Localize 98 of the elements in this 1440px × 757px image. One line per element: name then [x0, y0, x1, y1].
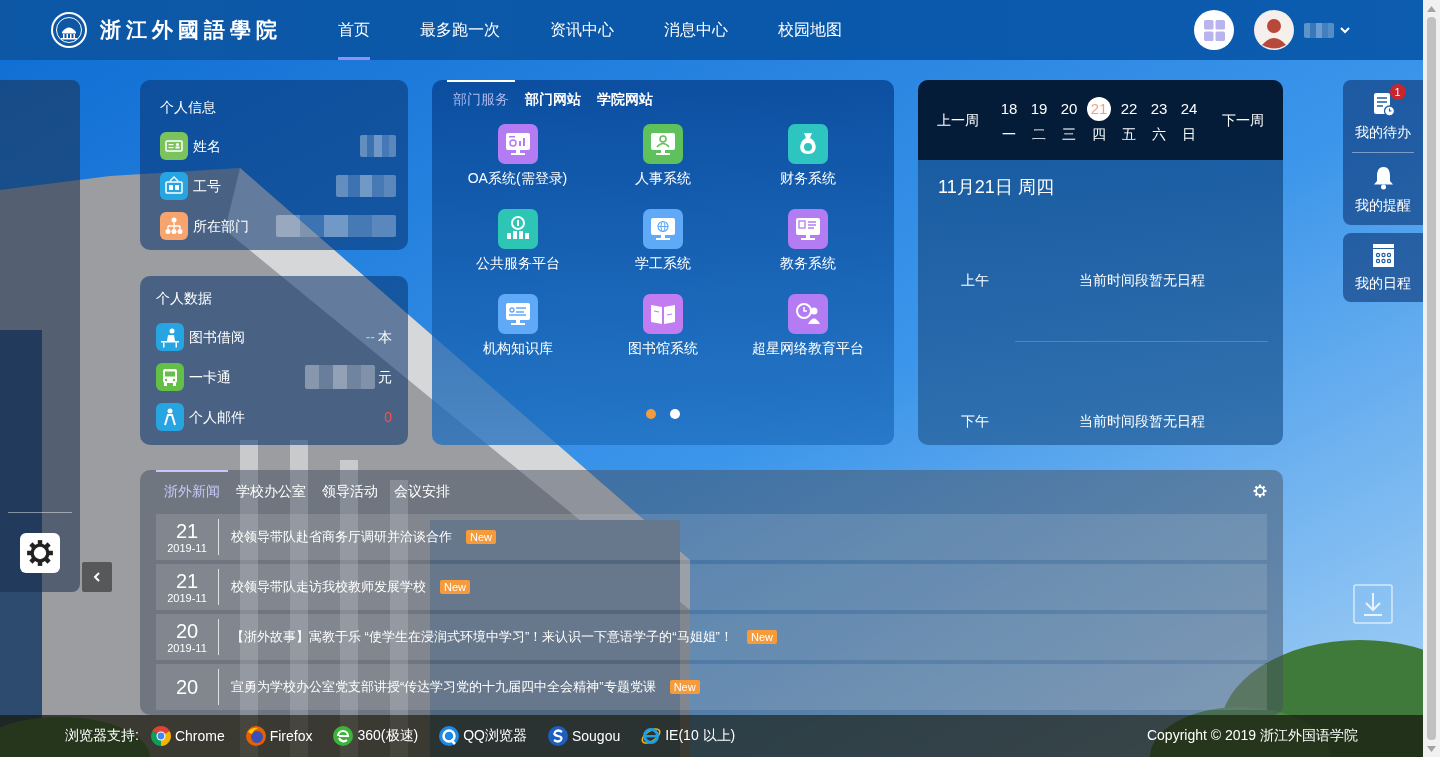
prev-week-button[interactable]: 上一周 — [937, 110, 979, 130]
new-badge: New — [466, 530, 496, 544]
browser-name: Firefox — [269, 728, 313, 744]
service-tab[interactable]: 学院网站 — [591, 80, 659, 118]
calendar-date[interactable]: 20 — [1057, 96, 1081, 121]
weekday-label: 六 — [1152, 124, 1166, 144]
new-badge: New — [669, 680, 700, 694]
service-link[interactable]: 公共服务平台 — [445, 209, 590, 273]
weekday-label: 日 — [1182, 124, 1196, 144]
nav-tab[interactable]: 消息中心 — [664, 0, 728, 60]
weekday-label: 五 — [1122, 124, 1136, 144]
nav-tab[interactable]: 资讯中心 — [550, 0, 614, 60]
panel-title: 个人信息 — [160, 98, 217, 117]
calendar-grid-icon — [1370, 243, 1396, 268]
browser-logo-icon — [333, 726, 354, 746]
weekday-label: 一 — [1002, 124, 1016, 144]
copyright-text: Copyright © 2019 浙江外国语学院 — [1146, 727, 1358, 745]
info-label: 一卡通 — [189, 368, 231, 387]
browser-name: Chrome — [174, 728, 225, 744]
calendar-date[interactable]: 22 — [1117, 96, 1141, 121]
news-day: 20 — [175, 619, 199, 642]
news-day: 21 — [175, 569, 199, 592]
browser-name: 360(极速) — [357, 727, 419, 745]
service-tab[interactable]: 部门网站 — [519, 80, 587, 118]
news-tab[interactable]: 领导活动 — [314, 470, 386, 512]
logo-text: 浙江外國語學院 — [100, 16, 282, 44]
nav-tab[interactable]: 最多跑一次 — [420, 0, 500, 60]
scrollbar-thumb[interactable] — [1427, 17, 1436, 740]
grid-icon — [1203, 19, 1225, 41]
news-link[interactable]: 校领导带队赴省商务厅调研并洽谈合作 — [231, 528, 452, 546]
settings-icon — [26, 539, 54, 567]
info-label: 所在部门 — [193, 217, 249, 236]
browser-logo-icon — [245, 726, 266, 746]
empty-schedule-text: 当前时间段暂无日程 — [1079, 412, 1205, 431]
news-month: 2019-11 — [167, 591, 207, 605]
weekday-label: 三 — [1062, 124, 1076, 144]
news-link[interactable]: 【浙外故事】寓教于乐 “使学生在浸润式环境中学习”！来认识一下意语学子的“马姐姐”！ — [231, 628, 733, 646]
next-week-button[interactable]: 下一周 — [1222, 110, 1264, 130]
service-link[interactable]: 超星网络教育平台 — [735, 294, 880, 358]
info-label: 工号 — [193, 177, 221, 196]
service-link[interactable]: 人事系统 — [590, 124, 735, 188]
user-avatar[interactable] — [1254, 10, 1294, 50]
service-link[interactable]: 图书馆系统 — [590, 294, 735, 358]
new-badge: New — [440, 580, 470, 594]
chevron-left-icon — [93, 572, 101, 582]
service-link[interactable]: OA系统(需登录) — [445, 124, 590, 188]
collapse-button[interactable] — [82, 562, 112, 592]
new-badge: New — [746, 630, 777, 644]
browser-logo-icon — [439, 726, 460, 746]
service-link[interactable]: 机构知识库 — [445, 294, 590, 358]
news-link[interactable]: 宣勇为学校办公室党支部讲授“传达学习党的十九届四中全会精神”专题党课 — [231, 678, 656, 696]
info-label: 姓名 — [193, 137, 221, 156]
service-link[interactable]: 财务系统 — [735, 124, 880, 188]
weekday-label: 四 — [1092, 124, 1106, 144]
service-link[interactable]: 教务系统 — [735, 209, 880, 273]
news-month: 2019-11 — [167, 641, 207, 655]
browser-logo-icon — [641, 726, 662, 746]
news-link[interactable]: 校领导带队走访我校教师发展学校 — [231, 578, 426, 596]
dock-button[interactable]: 1 我的待办 — [1349, 84, 1417, 141]
settings-button[interactable] — [20, 533, 60, 573]
nav-tab[interactable]: 首页 — [338, 0, 370, 60]
calendar-date[interactable]: 23 — [1147, 96, 1171, 121]
period-label: 下午 — [961, 412, 990, 431]
nav-tab[interactable]: 校园地图 — [778, 0, 842, 60]
caret-down-icon[interactable] — [1340, 26, 1350, 34]
browser-name: IE(10 以上) — [665, 727, 736, 745]
value-text: 0 — [384, 408, 392, 427]
emblem-icon — [50, 11, 88, 49]
news-day: 20 — [175, 676, 199, 698]
browser-name: QQ浏览器 — [463, 727, 527, 745]
browser-logo-icon — [150, 726, 171, 746]
page-dot[interactable] — [646, 409, 656, 419]
date-heading: 11月21日 周四 — [938, 176, 1055, 198]
browser-support-label: 浏览器支持: — [65, 727, 139, 745]
calendar-date[interactable]: 19 — [1027, 96, 1051, 121]
news-tab[interactable]: 会议安排 — [386, 470, 458, 512]
service-tab[interactable]: 部门服务 — [447, 80, 515, 118]
panel-title: 个人数据 — [156, 289, 213, 308]
apps-button[interactable] — [1194, 10, 1234, 50]
unit-text: 元 — [378, 368, 392, 387]
info-label: 个人邮件 — [189, 408, 245, 427]
service-link[interactable]: 学工系统 — [590, 209, 735, 273]
browser-logo-icon — [547, 726, 568, 746]
info-label: 图书借阅 — [189, 328, 245, 347]
browser-name: Sougou — [571, 728, 621, 744]
weekday-label: 二 — [1032, 124, 1046, 144]
news-month: 2019-11 — [167, 541, 207, 555]
settings-icon[interactable] — [1253, 484, 1267, 498]
empty-schedule-text: 当前时间段暂无日程 — [1079, 271, 1205, 290]
unit-text: 本 — [378, 328, 392, 347]
value-text: -- — [365, 328, 375, 347]
dock-button[interactable]: 我的提醒 — [1349, 157, 1417, 214]
page-dot[interactable] — [670, 409, 680, 419]
calendar-date[interactable]: 18 — [997, 96, 1021, 121]
dock-button[interactable]: 我的日程 — [1349, 235, 1417, 292]
period-label: 上午 — [961, 271, 990, 290]
calendar-date[interactable]: 24 — [1177, 96, 1201, 121]
news-day: 21 — [175, 519, 199, 542]
